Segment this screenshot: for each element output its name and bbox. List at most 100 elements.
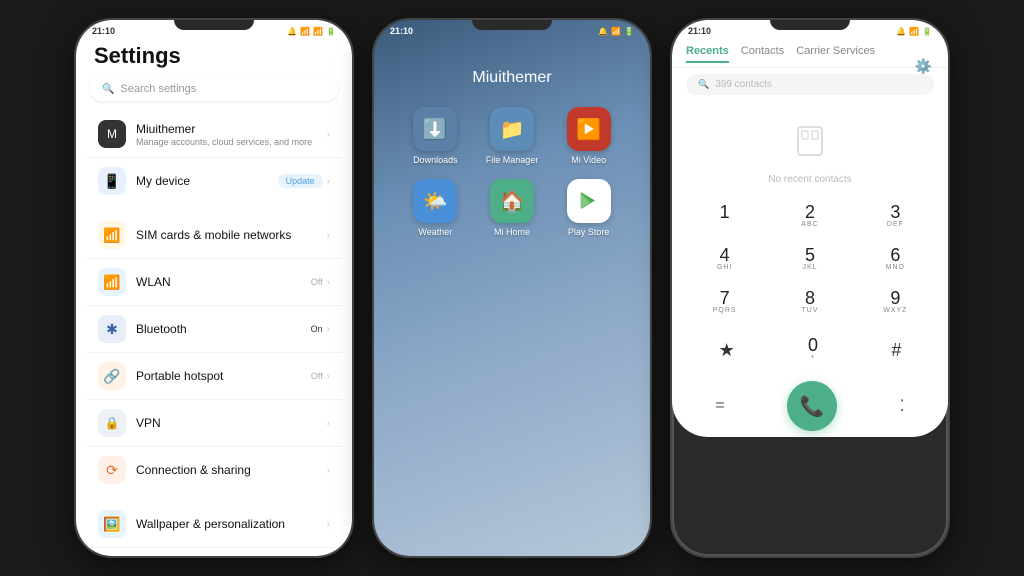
- app-playstore[interactable]: Play Store: [557, 179, 620, 237]
- dial-8[interactable]: 8 TUV: [767, 281, 852, 324]
- weather-icon: 🌤️: [413, 179, 457, 223]
- no-recents-area: No recent contacts: [672, 101, 948, 195]
- dial-2[interactable]: 2 ABC: [767, 195, 852, 238]
- time-1: 21:10: [92, 26, 115, 36]
- aod-item[interactable]: 🔆 Always-on display & Lock ›: [86, 548, 342, 556]
- dial-5[interactable]: 5 JKL: [767, 238, 852, 281]
- device-chevron: ›: [327, 176, 330, 187]
- tab-recents[interactable]: Recents: [686, 45, 729, 63]
- downloads-icon: ⬇️: [413, 107, 457, 151]
- app-downloads[interactable]: ⬇️ Downloads: [404, 107, 467, 165]
- phone-home: 21:10 🔔 📶 🔋 Miuithemer ⬇️ Downloads 📁 Fi…: [372, 18, 652, 558]
- dial-3[interactable]: 3 DEF: [853, 195, 938, 238]
- wallpaper-item[interactable]: 🖼️ Wallpaper & personalization ›: [86, 501, 342, 548]
- dial-0[interactable]: 0 +: [804, 328, 822, 371]
- bluetooth-right: On ›: [311, 324, 330, 335]
- connection-item[interactable]: ⟳ Connection & sharing ›: [86, 447, 342, 493]
- dial-7[interactable]: 7 PQRS: [682, 281, 767, 324]
- dialpad: 1 2 ABC 3 DEF 4 GHI 5 JKL 6 MNO: [672, 195, 948, 324]
- settings-search[interactable]: 🔍 Search settings: [90, 77, 338, 101]
- profile-item[interactable]: M Miuithemer Manage accounts, cloud serv…: [86, 111, 342, 158]
- status-icons-3: 🔔 📶 🔋: [896, 27, 932, 36]
- dial-9[interactable]: 9 WXYZ: [853, 281, 938, 324]
- notif2-icon: 🔔: [598, 27, 608, 36]
- bluetooth-text: Bluetooth: [136, 322, 311, 336]
- dial-6[interactable]: 6 MNO: [853, 238, 938, 281]
- signal3-icon: 📶: [611, 27, 621, 36]
- sim-icon: 📶: [98, 221, 126, 249]
- device-text: My device: [136, 174, 278, 188]
- filemanager-label: File Manager: [486, 155, 539, 165]
- downloads-label: Downloads: [413, 155, 458, 165]
- bluetooth-icon: ✱: [98, 315, 126, 343]
- dial-dotdot[interactable]: ⁚: [896, 388, 909, 424]
- update-badge: Update: [278, 174, 323, 188]
- dialer-tab-bar: Recents Contacts Carrier Services: [672, 39, 948, 68]
- battery2-icon: 🔋: [624, 27, 634, 36]
- dialer-screen: 21:10 🔔 📶 🔋 ⚙️ Recents Contacts Carrier …: [672, 20, 948, 437]
- search-placeholder: Search settings: [120, 83, 196, 95]
- dial-hash[interactable]: #: [887, 333, 905, 367]
- tab-carrier[interactable]: Carrier Services: [796, 45, 875, 63]
- status-icons-1: 🔔 📶 📶 🔋: [287, 27, 336, 36]
- sim-item[interactable]: 📶 SIM cards & mobile networks ›: [86, 212, 342, 259]
- connection-text: Connection & sharing: [136, 463, 327, 477]
- dial-bottom-row: ★ 0 + #: [672, 324, 948, 379]
- hotspot-status: Off: [311, 371, 323, 381]
- mihome-icon: 🏠: [490, 179, 534, 223]
- hotspot-text: Portable hotspot: [136, 369, 311, 383]
- device-right: Update ›: [278, 174, 330, 188]
- settings-title: Settings: [76, 39, 352, 77]
- dial-4[interactable]: 4 GHI: [682, 238, 767, 281]
- tab-contacts[interactable]: Contacts: [741, 45, 784, 63]
- bluetooth-item[interactable]: ✱ Bluetooth On ›: [86, 306, 342, 353]
- dial-star[interactable]: ★: [715, 333, 739, 367]
- profile-name: Miuithemer: [136, 122, 327, 136]
- dial-equals[interactable]: =: [711, 389, 728, 423]
- wlan-label: WLAN: [136, 275, 311, 289]
- settings-screen: 21:10 🔔 📶 📶 🔋 Settings 🔍 Search settings…: [76, 20, 352, 556]
- contacts-search[interactable]: 🔍 399 contacts: [686, 74, 934, 95]
- wlan-item[interactable]: 📶 WLAN Off ›: [86, 259, 342, 306]
- profile-sub: Manage accounts, cloud services, and mor…: [136, 137, 327, 147]
- sim-label: SIM cards & mobile networks: [136, 228, 327, 242]
- vpn-text: VPN: [136, 416, 327, 430]
- device-item[interactable]: 📱 My device Update ›: [86, 158, 342, 204]
- hotspot-item[interactable]: 🔗 Portable hotspot Off ›: [86, 353, 342, 400]
- battery-icon: 🔋: [326, 27, 336, 36]
- hotspot-chevron: ›: [327, 371, 330, 382]
- home-username: Miuithemer: [374, 39, 650, 107]
- no-recents-text: No recent contacts: [768, 174, 851, 185]
- app-mivideo[interactable]: ▶️ Mi Video: [557, 107, 620, 165]
- connection-icon: ⟳: [98, 456, 126, 484]
- wlan-status: Off: [311, 277, 323, 287]
- vpn-item[interactable]: 🔒 VPN ›: [86, 400, 342, 447]
- chevron-icon: ›: [327, 129, 330, 140]
- app-weather[interactable]: 🌤️ Weather: [404, 179, 467, 237]
- sim-chevron: ›: [327, 230, 330, 241]
- sim-text: SIM cards & mobile networks: [136, 228, 327, 242]
- profile-text: Miuithemer Manage accounts, cloud servic…: [136, 122, 327, 147]
- connection-label: Connection & sharing: [136, 463, 327, 477]
- dial-1[interactable]: 1: [682, 195, 767, 238]
- mivideo-icon: ▶️: [567, 107, 611, 151]
- filemanager-icon: 📁: [490, 107, 534, 151]
- wallpaper-label: Wallpaper & personalization: [136, 517, 327, 531]
- call-button[interactable]: 📞: [787, 381, 837, 431]
- device-icon: 📱: [98, 167, 126, 195]
- wlan-text: WLAN: [136, 275, 311, 289]
- status-bar-1: 21:10 🔔 📶 📶 🔋: [76, 20, 352, 39]
- hotspot-label: Portable hotspot: [136, 369, 311, 383]
- gear-icon[interactable]: ⚙️: [915, 58, 932, 75]
- status-icons-2: 🔔 📶 🔋: [598, 27, 634, 36]
- bluetooth-label: Bluetooth: [136, 322, 311, 336]
- device-label: My device: [136, 174, 278, 188]
- app-mihome[interactable]: 🏠 Mi Home: [481, 179, 544, 237]
- signal-icon: 📶: [300, 27, 310, 36]
- contacts-count: 399 contacts: [715, 79, 772, 90]
- phone-settings: 21:10 🔔 📶 📶 🔋 Settings 🔍 Search settings…: [74, 18, 354, 558]
- appearance-section: 🖼️ Wallpaper & personalization › 🔆 Alway…: [86, 501, 342, 556]
- mivideo-label: Mi Video: [571, 155, 606, 165]
- status-bar-3: 21:10 🔔 📶 🔋: [672, 20, 948, 39]
- app-filemanager[interactable]: 📁 File Manager: [481, 107, 544, 165]
